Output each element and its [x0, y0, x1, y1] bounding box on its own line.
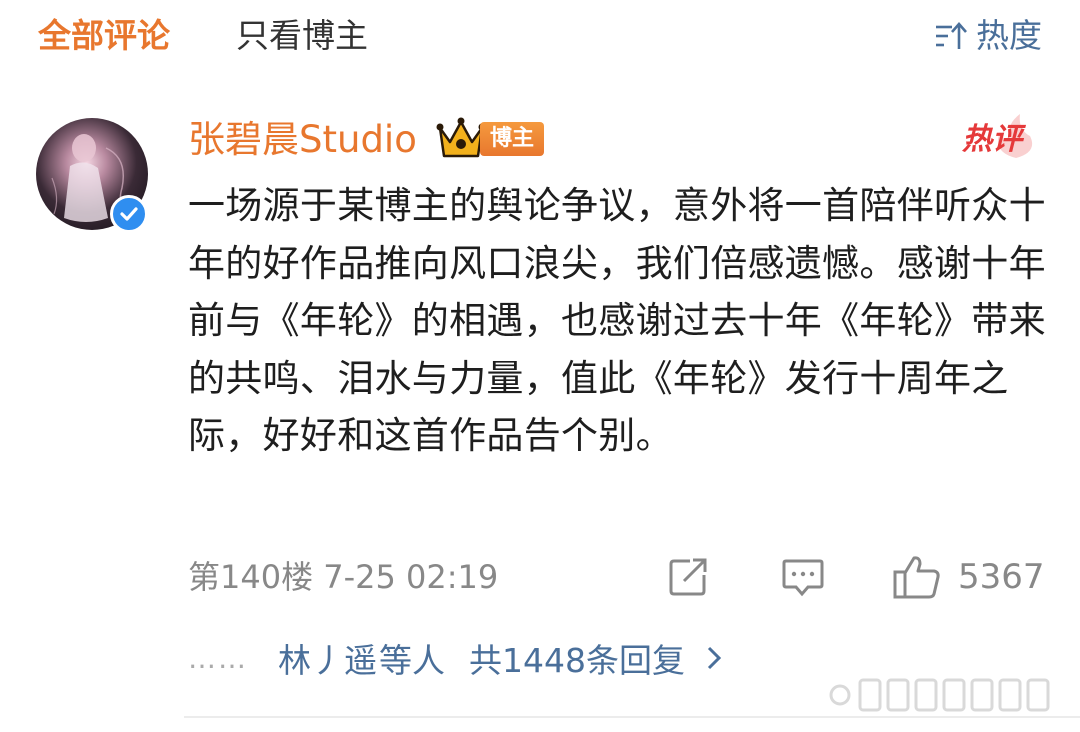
divider — [184, 716, 1080, 718]
watermark-image — [829, 678, 1050, 712]
sort-icon — [936, 22, 967, 49]
owner-badge: 博主 — [480, 122, 545, 156]
comment-icon — [782, 559, 824, 597]
username[interactable]: 张碧晨Studio — [188, 115, 417, 165]
share-icon — [669, 558, 707, 596]
reply-user-link[interactable]: 林丿遥 — [278, 634, 377, 682]
sort-label: 热度 — [976, 16, 1042, 55]
verified-badge-icon — [110, 195, 148, 233]
comment-tabs-bar: 全部评论 只看博主 热度 — [0, 0, 1080, 80]
thumbs-up-icon — [893, 556, 940, 599]
reply-count-link[interactable]: 共1448条回复 — [469, 634, 685, 682]
reply-button[interactable] — [780, 552, 826, 602]
replies-summary[interactable]: …… 林丿遥 等人 共1448条回复 — [188, 630, 723, 686]
floor-and-time: 第140楼 7-25 02:19 — [188, 558, 499, 596]
hot-comment-label: 热评 — [962, 122, 1022, 157]
dots-separator: …… — [188, 641, 248, 675]
reply-suffix: 等人 — [379, 641, 445, 680]
like-count: 5367 — [958, 557, 1045, 597]
comment-text: 一场源于某博主的舆论争议，意外将一首陪伴听众十年的好作品推向风口浪尖，我们倍感遗… — [188, 184, 1046, 458]
chevron-right-icon — [707, 646, 722, 670]
hot-comment-badge: 热评 — [958, 112, 1038, 162]
tab-owner-only[interactable]: 只看博主 — [236, 14, 368, 58]
sort-button[interactable]: 热度 — [934, 14, 1042, 58]
share-button[interactable] — [666, 552, 710, 602]
like-button[interactable]: 5367 — [892, 552, 1045, 602]
crown-icon — [436, 117, 486, 158]
tab-all-comments[interactable]: 全部评论 — [38, 14, 170, 58]
